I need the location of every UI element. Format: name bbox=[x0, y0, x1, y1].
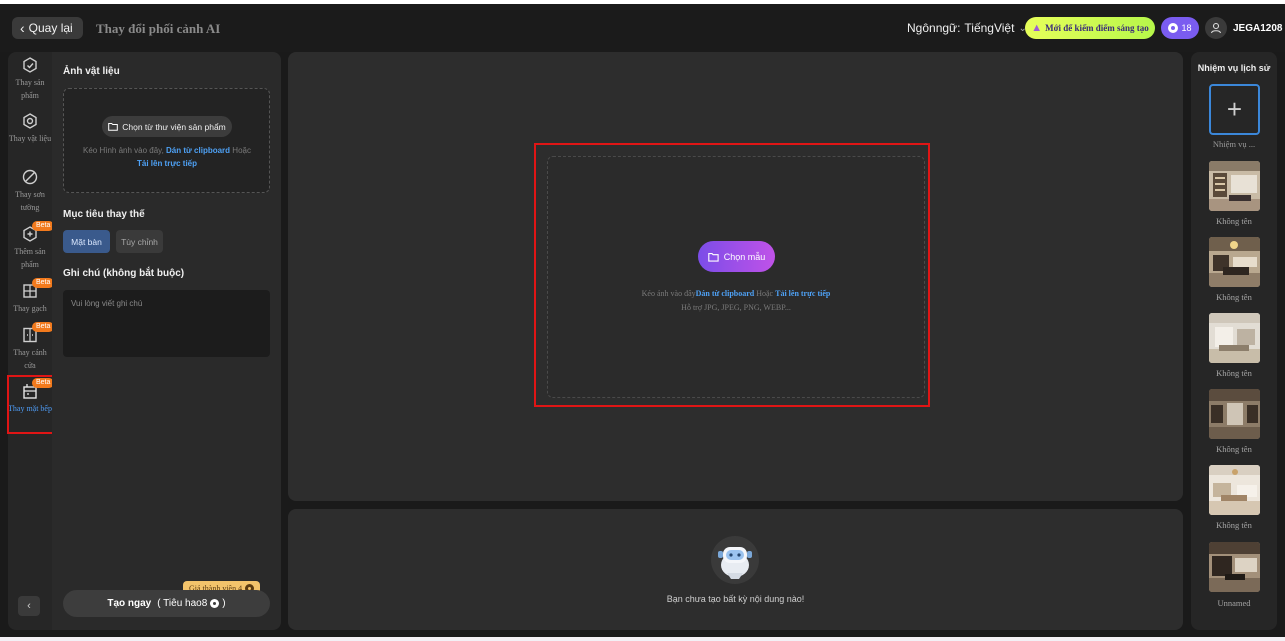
user-menu[interactable]: JEGA1208 bbox=[1205, 17, 1282, 39]
history-thumbnail[interactable] bbox=[1209, 161, 1260, 211]
empty-state-text: Bạn chưa tạo bất kỳ nội dung nào! bbox=[666, 594, 805, 604]
chevron-left-icon: ‹ bbox=[20, 20, 25, 36]
history-thumbnail[interactable] bbox=[1209, 465, 1260, 515]
history-item-label: Unnamed bbox=[1217, 598, 1251, 608]
folder-icon bbox=[707, 252, 719, 262]
paste-clipboard-link[interactable]: Dán từ clipboard bbox=[696, 289, 755, 298]
upload-direct-link[interactable]: Tải lên trực tiếp bbox=[775, 289, 830, 298]
interior-thumbnail-image bbox=[1209, 542, 1260, 592]
language-label: Ngônngữ: bbox=[907, 21, 961, 35]
material-upload-hint: Kéo Hình ảnh vào đây, Dán từ clipboard H… bbox=[72, 144, 262, 170]
target-option-tabletop[interactable]: Mặt bàn bbox=[63, 230, 110, 253]
interior-thumbnail-image bbox=[1209, 161, 1260, 211]
create-now-button[interactable]: Tạo ngay ( Tiêu hao8 ) bbox=[63, 590, 270, 617]
create-cost: ( Tiêu hao8 bbox=[157, 598, 208, 609]
robot-mascot-icon bbox=[711, 536, 759, 584]
party-hat-icon: ▲ bbox=[1031, 22, 1043, 34]
rail-item-label: Thay sản phẩm bbox=[15, 78, 45, 100]
or-text: Hoặc bbox=[756, 289, 774, 298]
rail-item-door[interactable]: Beta Thay cánh cửa bbox=[8, 322, 55, 372]
earn-points-button[interactable]: ▲ Mới để kiếm điểm sáng tạo bbox=[1025, 17, 1155, 39]
back-button[interactable]: ‹ Quay lại bbox=[12, 17, 83, 39]
interior-thumbnail-image bbox=[1209, 389, 1260, 439]
history-thumbnail[interactable] bbox=[1209, 542, 1260, 592]
coin-count: 18 bbox=[1181, 23, 1192, 33]
settings-panel: Ảnh vật liệu Chọn từ thư viện sản phẩm K… bbox=[52, 52, 281, 630]
rail-item-label: Thay vật liệu bbox=[8, 134, 52, 143]
history-thumbnail[interactable] bbox=[1209, 313, 1260, 363]
target-section-title: Mục tiêu thay thế bbox=[63, 209, 145, 220]
choose-from-library-button[interactable]: Chọn từ thư viện sản phẩm bbox=[102, 116, 232, 137]
history-thumbnail[interactable] bbox=[1209, 389, 1260, 439]
notes-section-title: Ghi chú (không bắt buộc) bbox=[63, 268, 185, 279]
library-button-label: Chọn từ thư viện sản phẩm bbox=[122, 121, 226, 132]
material-upload-area[interactable]: Chọn từ thư viện sản phẩm Kéo Hình ảnh v… bbox=[63, 88, 270, 193]
back-label: Quay lại bbox=[28, 21, 73, 35]
target-option-custom[interactable]: Tùy chỉnh bbox=[116, 230, 163, 253]
tool-rail: Thay sản phẩm Thay vật liệu Thay sơn tườ… bbox=[8, 52, 55, 630]
rail-item-product-swap[interactable]: Thay sản phẩm bbox=[8, 56, 52, 102]
create-cost-end: ) bbox=[222, 598, 226, 609]
rail-item-material-swap[interactable]: Thay vật liệu bbox=[8, 112, 52, 145]
rail-item-label: Thêm sản phẩm bbox=[14, 247, 46, 269]
drop-hint: Kéo ảnh vào đâyDán từ clipboard Hoặc Tải… bbox=[548, 287, 924, 315]
interior-thumbnail-image bbox=[1209, 237, 1260, 287]
history-item-label: Không tên bbox=[1216, 520, 1252, 530]
template-drop-zone[interactable]: Chọn mẫu Kéo ảnh vào đâyDán từ clipboard… bbox=[547, 156, 925, 398]
page-title: Thay đổi phối cảnh AI bbox=[96, 21, 221, 36]
create-label: Tạo ngay bbox=[107, 598, 152, 609]
choose-template-button[interactable]: Chọn mẫu bbox=[698, 241, 775, 272]
drop-hint-text: Kéo ảnh vào đây bbox=[641, 289, 696, 298]
result-area: Bạn chưa tạo bất kỳ nội dung nào! bbox=[288, 509, 1183, 630]
rail-item-add-product[interactable]: Beta Thêm sản phẩm bbox=[8, 221, 55, 271]
interior-thumbnail-image bbox=[1209, 465, 1260, 515]
user-icon bbox=[1210, 22, 1222, 34]
rail-item-wall-paint[interactable]: Thay sơn tường bbox=[8, 168, 52, 214]
new-task-button[interactable]: + bbox=[1209, 84, 1260, 135]
wall-paint-icon bbox=[22, 169, 38, 185]
history-title: Nhiệm vụ lịch sử bbox=[1197, 63, 1271, 73]
plus-icon: + bbox=[1226, 94, 1243, 124]
history-item-label: Không tên bbox=[1216, 368, 1252, 378]
history-item-label: Không tên bbox=[1216, 292, 1252, 302]
notes-input[interactable] bbox=[63, 290, 270, 357]
material-section-title: Ảnh vật liệu bbox=[63, 66, 120, 77]
history-item-label: Không tên bbox=[1216, 444, 1252, 454]
rail-item-tile[interactable]: Beta Thay gạch bbox=[8, 278, 55, 315]
promo-label: Mới để kiếm điểm sáng tạo bbox=[1045, 23, 1149, 33]
upload-direct-link[interactable]: Tải lên trực tiếp bbox=[137, 159, 197, 168]
rail-item-label: Thay gạch bbox=[13, 304, 47, 313]
avatar bbox=[1205, 17, 1227, 39]
new-task-label: Nhiệm vụ ... bbox=[1212, 139, 1256, 149]
collapse-sidebar-button[interactable]: ‹ bbox=[18, 596, 40, 616]
or-text: Hoặc bbox=[232, 146, 251, 155]
language-value: TiếngViệt bbox=[964, 21, 1015, 35]
product-swap-icon bbox=[23, 57, 37, 73]
rail-item-label: Thay cánh cửa bbox=[13, 348, 47, 370]
coin-icon bbox=[210, 599, 220, 608]
material-swap-icon bbox=[23, 113, 37, 129]
app-header: ‹ Quay lại Thay đổi phối cảnh AI Ngônngữ… bbox=[0, 4, 1285, 52]
rail-item-label: Thay sơn tường bbox=[15, 190, 45, 212]
bottom-border bbox=[0, 637, 1285, 641]
supported-formats: Hỗ trợ JPG, JPEG, PNG, WEBP... bbox=[681, 303, 791, 312]
history-thumbnail[interactable] bbox=[1209, 237, 1260, 287]
choose-template-label: Chọn mẫu bbox=[723, 251, 766, 262]
history-panel: Nhiệm vụ lịch sử + Nhiệm vụ ... Không tê… bbox=[1191, 52, 1277, 630]
interior-thumbnail-image bbox=[1209, 313, 1260, 363]
rail-item-kitchen-counter[interactable]: Beta Thay mặt bếp bbox=[8, 378, 55, 415]
upload-hint-text: Kéo Hình ảnh vào đây, bbox=[83, 146, 164, 155]
history-item-label: Không tên bbox=[1216, 216, 1252, 226]
coin-balance[interactable]: 18 bbox=[1161, 17, 1199, 39]
paste-clipboard-link[interactable]: Dán từ clipboard bbox=[166, 146, 230, 155]
folder-icon bbox=[108, 123, 119, 131]
language-selector[interactable]: Ngônngữ: TiếngViệt ⌄ bbox=[907, 21, 1027, 35]
chevron-left-icon: ‹ bbox=[27, 600, 31, 612]
coin-icon bbox=[1168, 23, 1179, 33]
username: JEGA1208 bbox=[1233, 22, 1283, 34]
rail-item-label: Thay mặt bếp bbox=[8, 404, 52, 413]
